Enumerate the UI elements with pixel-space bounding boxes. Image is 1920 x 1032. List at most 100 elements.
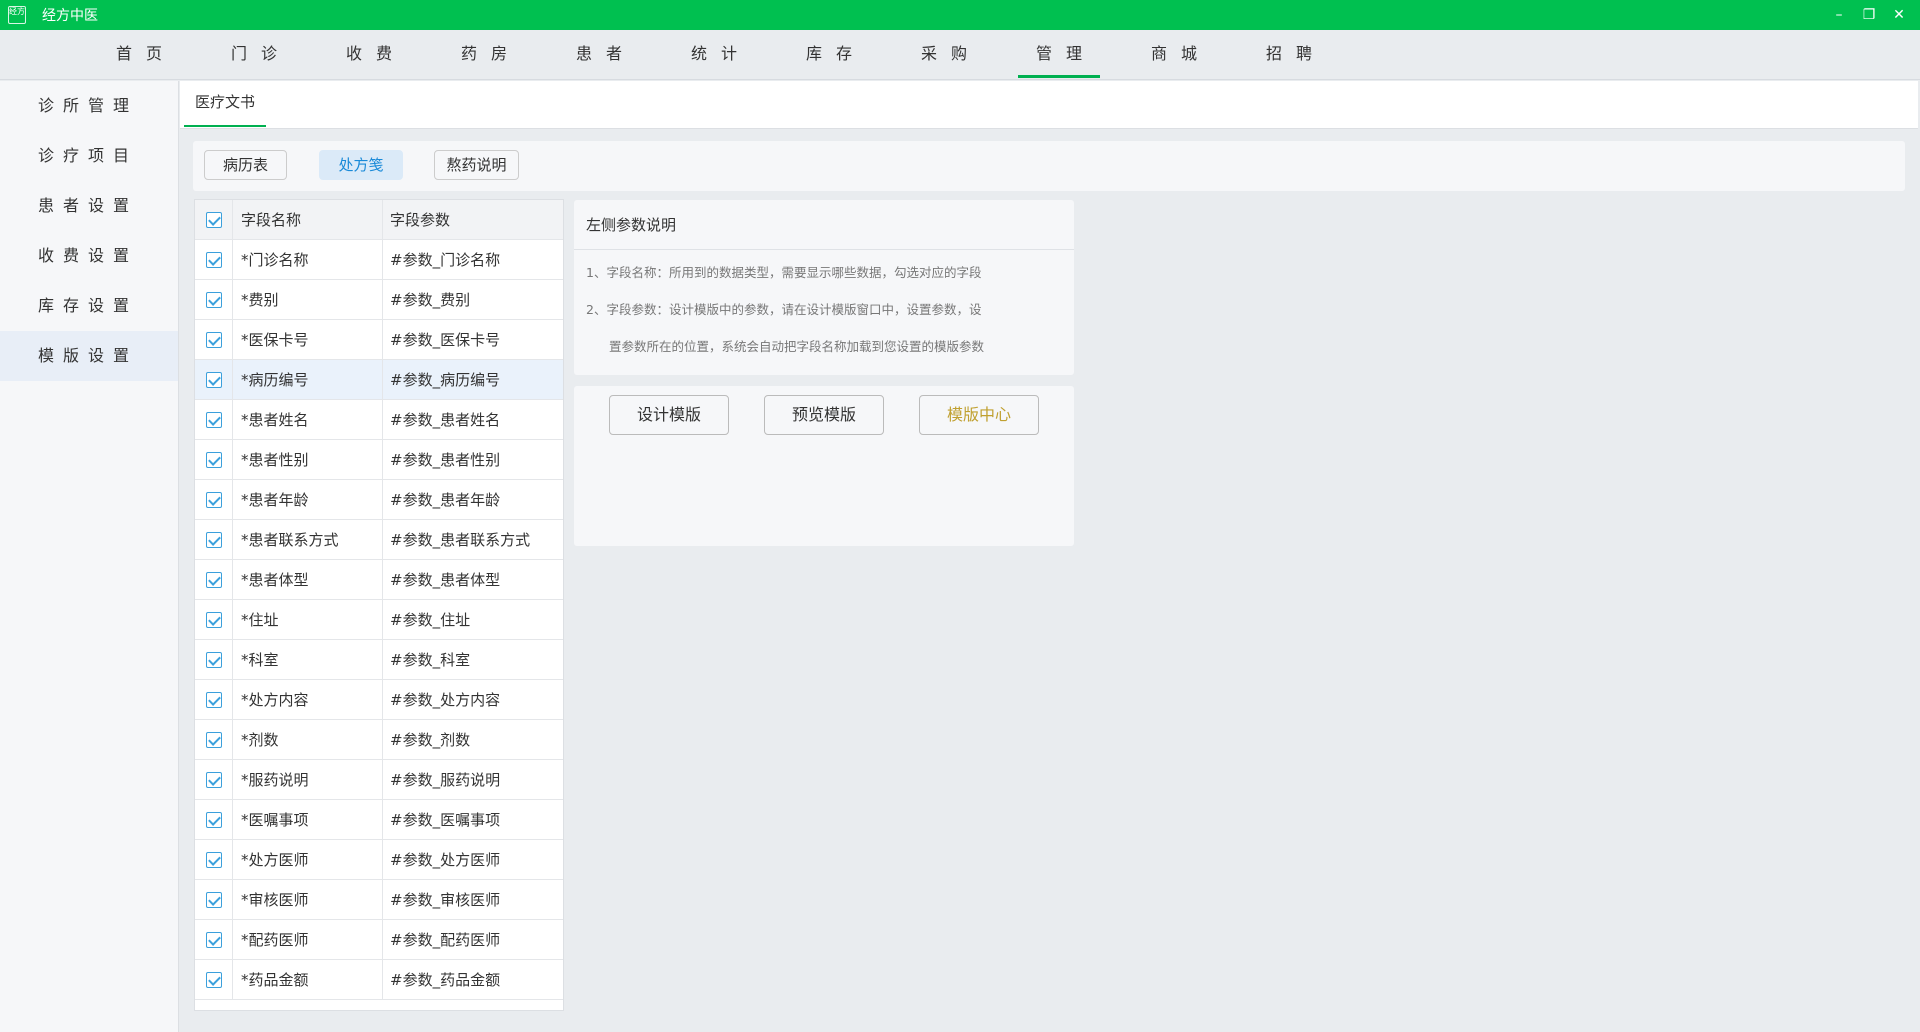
- table-row[interactable]: *处方医师 #参数_处方医师: [195, 839, 563, 880]
- table-header: 字段名称 字段参数: [195, 200, 563, 240]
- description-line: 2、字段参数：设计模版中的参数，请在设计模版窗口中，设置参数，设: [586, 302, 982, 317]
- table-row[interactable]: *患者联系方式 #参数_患者联系方式: [195, 519, 563, 560]
- close-button[interactable]: ✕: [1884, 0, 1914, 30]
- table-row[interactable]: *科室 #参数_科室: [195, 639, 563, 680]
- field-param-cell: #参数_医嘱事项: [390, 810, 501, 829]
- row-checkbox[interactable]: [205, 251, 222, 268]
- row-checkbox[interactable]: [205, 811, 222, 828]
- table-row[interactable]: *审核医师 #参数_审核医师: [195, 879, 563, 920]
- sidebar: 诊所管理 诊疗项目 患者设置 收费设置 库存设置 模版设置: [0, 81, 179, 1032]
- sidebar-item-patient-settings[interactable]: 患者设置: [0, 181, 178, 231]
- table-row[interactable]: *患者体型 #参数_患者体型: [195, 559, 563, 600]
- field-param-cell: #参数_服药说明: [390, 770, 501, 789]
- nav-item-patients[interactable]: 患者: [558, 30, 640, 78]
- row-checkbox[interactable]: [205, 691, 222, 708]
- row-checkbox[interactable]: [205, 451, 222, 468]
- field-name-cell: *患者联系方式: [233, 519, 383, 560]
- field-name-cell: *服药说明: [233, 759, 383, 800]
- minimize-button[interactable]: –: [1824, 0, 1854, 30]
- field-name-cell: *门诊名称: [233, 239, 383, 280]
- top-nav: 首页 门诊 收费 药房 患者 统计 库存 采购 管理 商城 招聘: [0, 30, 1920, 80]
- table-row[interactable]: *药品金额 #参数_药品金额: [195, 959, 563, 1000]
- table-row[interactable]: *病历编号 #参数_病历编号: [195, 359, 563, 400]
- design-template-button[interactable]: 设计模版: [609, 395, 729, 435]
- field-name-cell: *住址: [233, 599, 383, 640]
- nav-item-mall[interactable]: 商城: [1133, 30, 1215, 78]
- nav-item-home[interactable]: 首页: [98, 30, 180, 78]
- field-name-cell: *处方医师: [233, 839, 383, 880]
- field-param-cell: #参数_处方内容: [390, 690, 501, 709]
- restore-button[interactable]: ❐: [1854, 0, 1884, 30]
- row-checkbox[interactable]: [205, 851, 222, 868]
- field-param-cell: #参数_门诊名称: [390, 250, 501, 269]
- nav-item-purchase[interactable]: 采购: [903, 30, 985, 78]
- header-field-param: 字段参数: [390, 210, 451, 229]
- field-param-cell: #参数_剂数: [390, 730, 471, 749]
- row-checkbox[interactable]: [205, 491, 222, 508]
- table-row[interactable]: *患者年龄 #参数_患者年龄: [195, 479, 563, 520]
- sidebar-item-template-settings[interactable]: 模版设置: [0, 331, 178, 381]
- table-row[interactable]: *配药医师 #参数_配药医师: [195, 919, 563, 960]
- table-row[interactable]: *服药说明 #参数_服药说明: [195, 759, 563, 800]
- app-logo-icon: 经方: [8, 6, 26, 24]
- field-name-cell: *患者性别: [233, 439, 383, 480]
- field-param-cell: #参数_科室: [390, 650, 471, 669]
- field-param-cell: #参数_费别: [390, 290, 471, 309]
- field-param-cell: #参数_患者年龄: [390, 490, 501, 509]
- template-type-prescription[interactable]: 处方笺: [319, 150, 403, 180]
- sidebar-item-treatment-items[interactable]: 诊疗项目: [0, 131, 178, 181]
- row-checkbox[interactable]: [205, 731, 222, 748]
- header-field-name: 字段名称: [233, 200, 383, 240]
- sidebar-item-billing-settings[interactable]: 收费设置: [0, 231, 178, 281]
- field-param-cell: #参数_患者姓名: [390, 410, 501, 429]
- template-type-decoction-guide[interactable]: 熬药说明: [434, 150, 519, 180]
- row-checkbox[interactable]: [205, 371, 222, 388]
- sidebar-item-stock-settings[interactable]: 库存设置: [0, 281, 178, 331]
- field-param-cell: #参数_住址: [390, 610, 471, 629]
- row-checkbox[interactable]: [205, 931, 222, 948]
- row-checkbox[interactable]: [205, 331, 222, 348]
- table-row[interactable]: *处方内容 #参数_处方内容: [195, 679, 563, 720]
- table-row[interactable]: *医嘱事项 #参数_医嘱事项: [195, 799, 563, 840]
- template-center-button[interactable]: 模版中心: [919, 395, 1039, 435]
- row-checkbox[interactable]: [205, 891, 222, 908]
- field-name-cell: *处方内容: [233, 679, 383, 720]
- row-checkbox[interactable]: [205, 291, 222, 308]
- row-checkbox[interactable]: [205, 771, 222, 788]
- table-row[interactable]: *门诊名称 #参数_门诊名称: [195, 239, 563, 280]
- template-type-medical-record[interactable]: 病历表: [204, 150, 287, 180]
- nav-item-clinic[interactable]: 门诊: [213, 30, 295, 78]
- row-checkbox[interactable]: [205, 531, 222, 548]
- row-checkbox[interactable]: [205, 971, 222, 988]
- field-name-cell: *科室: [233, 639, 383, 680]
- row-checkbox[interactable]: [205, 651, 222, 668]
- field-name-cell: *病历编号: [233, 359, 383, 400]
- row-checkbox[interactable]: [205, 411, 222, 428]
- row-checkbox[interactable]: [205, 611, 222, 628]
- nav-item-stats[interactable]: 统计: [673, 30, 755, 78]
- field-name-cell: *医保卡号: [233, 319, 383, 360]
- nav-item-pharmacy[interactable]: 药房: [443, 30, 525, 78]
- nav-item-manage[interactable]: 管理: [1018, 30, 1100, 78]
- table-row[interactable]: *剂数 #参数_剂数: [195, 719, 563, 760]
- description-line: 1、字段名称：所用到的数据类型，需要显示哪些数据，勾选对应的字段: [586, 265, 982, 280]
- sidebar-item-clinic-manage[interactable]: 诊所管理: [0, 81, 178, 131]
- field-param-cell: #参数_病历编号: [390, 370, 501, 389]
- nav-item-billing[interactable]: 收费: [328, 30, 410, 78]
- field-param-cell: #参数_患者体型: [390, 570, 501, 589]
- field-name-cell: *患者年龄: [233, 479, 383, 520]
- table-row[interactable]: *费别 #参数_费别: [195, 279, 563, 320]
- tab-medical-documents[interactable]: 医疗文书: [184, 81, 266, 127]
- field-param-cell: #参数_处方医师: [390, 850, 501, 869]
- table-row[interactable]: *医保卡号 #参数_医保卡号: [195, 319, 563, 360]
- table-row[interactable]: *患者姓名 #参数_患者姓名: [195, 399, 563, 440]
- window-controls: – ❐ ✕: [1824, 0, 1914, 30]
- select-all-checkbox[interactable]: [205, 211, 222, 228]
- table-body: *门诊名称 #参数_门诊名称 *费别 #参数_费别 *医保卡号 #参数_医保卡号 *病历编号…: [195, 239, 563, 1000]
- nav-item-inventory[interactable]: 库存: [788, 30, 870, 78]
- table-row[interactable]: *患者性别 #参数_患者性别: [195, 439, 563, 480]
- table-row[interactable]: *住址 #参数_住址: [195, 599, 563, 640]
- preview-template-button[interactable]: 预览模版: [764, 395, 884, 435]
- nav-item-jobs[interactable]: 招聘: [1248, 30, 1330, 78]
- row-checkbox[interactable]: [205, 571, 222, 588]
